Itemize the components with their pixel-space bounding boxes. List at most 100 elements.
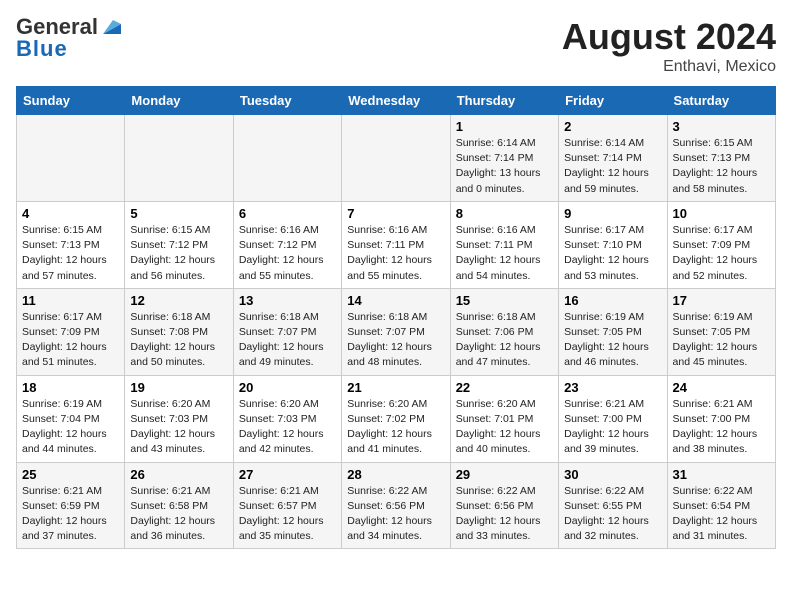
calendar-week-row: 11 Sunrise: 6:17 AMSunset: 7:09 PMDayligh… [17, 288, 776, 375]
day-number: 28 [347, 467, 444, 482]
logo-icon [99, 16, 121, 38]
day-number: 30 [564, 467, 661, 482]
logo-blue: Blue [16, 38, 121, 60]
calendar-cell: 8Sunrise: 6:16 AMSunset: 7:11 PMDaylight… [450, 201, 558, 288]
day-number: 7 [347, 206, 444, 221]
calendar-cell: 12Sunrise: 6:18 AMSunset: 7:08 PMDayligh… [125, 288, 233, 375]
location: Enthavi, Mexico [562, 58, 776, 76]
day-info: Sunrise: 6:20 AMSunset: 7:03 PMDaylight:… [239, 397, 336, 458]
calendar-cell: 1 Sunrise: 6:14 AMSunset: 7:14 PMDaylight… [450, 115, 558, 202]
calendar-cell: 16 Sunrise: 6:19 AMSunset: 7:05 PMDayligh… [559, 288, 667, 375]
title-block: August 2024 Enthavi, Mexico [562, 16, 776, 76]
calendar-cell: 23 Sunrise: 6:21 AMSunset: 7:00 PMDayligh… [559, 375, 667, 462]
day-info: Sunrise: 6:16 AMSunset: 7:11 PMDaylight:… [347, 223, 444, 284]
calendar-week-row: 1 Sunrise: 6:14 AMSunset: 7:14 PMDaylight… [17, 115, 776, 202]
calendar-cell: 6 Sunrise: 6:16 AMSunset: 7:12 PMDaylight… [233, 201, 341, 288]
day-number: 20 [239, 380, 336, 395]
calendar-cell: 19 Sunrise: 6:20 AMSunset: 7:03 PMDayligh… [125, 375, 233, 462]
day-info: Sunrise: 6:20 AMSunset: 7:03 PMDaylight:… [130, 397, 227, 458]
calendar-cell [17, 115, 125, 202]
day-info: Sunrise: 6:21 AMSunset: 6:59 PMDaylight:… [22, 484, 119, 545]
calendar-week-row: 25 Sunrise: 6:21 AMSunset: 6:59 PMDayligh… [17, 462, 776, 549]
calendar-cell: 20 Sunrise: 6:20 AMSunset: 7:03 PMDayligh… [233, 375, 341, 462]
day-info: Sunrise: 6:18 AMSunset: 7:06 PMDaylight:… [456, 310, 553, 371]
calendar-table: SundayMondayTuesdayWednesdayThursdayFrid… [16, 86, 776, 549]
day-number: 25 [22, 467, 119, 482]
day-info: Sunrise: 6:16 AMSunset: 7:11 PMDaylight:… [456, 223, 553, 284]
day-number: 21 [347, 380, 444, 395]
day-number: 6 [239, 206, 336, 221]
day-number: 27 [239, 467, 336, 482]
day-info: Sunrise: 6:16 AMSunset: 7:12 PMDaylight:… [239, 223, 336, 284]
day-number: 15 [456, 293, 553, 308]
calendar-cell: 10Sunrise: 6:17 AMSunset: 7:09 PMDayligh… [667, 201, 775, 288]
logo-general: General [16, 16, 98, 38]
calendar-cell: 13 Sunrise: 6:18 AMSunset: 7:07 PMDayligh… [233, 288, 341, 375]
day-info: Sunrise: 6:22 AMSunset: 6:56 PMDaylight:… [347, 484, 444, 545]
day-number: 16 [564, 293, 661, 308]
weekday-header-monday: Monday [125, 87, 233, 115]
day-info: Sunrise: 6:22 AMSunset: 6:55 PMDaylight:… [564, 484, 661, 545]
calendar-cell [125, 115, 233, 202]
day-info: Sunrise: 6:17 AMSunset: 7:10 PMDaylight:… [564, 223, 661, 284]
calendar-cell: 9 Sunrise: 6:17 AMSunset: 7:10 PMDaylight… [559, 201, 667, 288]
day-info: Sunrise: 6:15 AMSunset: 7:13 PMDaylight:… [22, 223, 119, 284]
day-number: 22 [456, 380, 553, 395]
calendar-cell: 21 Sunrise: 6:20 AMSunset: 7:02 PMDayligh… [342, 375, 450, 462]
day-info: Sunrise: 6:17 AMSunset: 7:09 PMDaylight:… [22, 310, 119, 371]
day-info: Sunrise: 6:21 AMSunset: 7:00 PMDaylight:… [673, 397, 770, 458]
day-number: 17 [673, 293, 770, 308]
day-info: Sunrise: 6:20 AMSunset: 7:02 PMDaylight:… [347, 397, 444, 458]
day-number: 31 [673, 467, 770, 482]
calendar-cell: 2 Sunrise: 6:14 AMSunset: 7:14 PMDaylight… [559, 115, 667, 202]
weekday-header-sunday: Sunday [17, 87, 125, 115]
calendar-cell: 22 Sunrise: 6:20 AMSunset: 7:01 PMDayligh… [450, 375, 558, 462]
day-info: Sunrise: 6:21 AMSunset: 6:57 PMDaylight:… [239, 484, 336, 545]
calendar-cell: 3 Sunrise: 6:15 AMSunset: 7:13 PMDaylight… [667, 115, 775, 202]
calendar-cell: 29Sunrise: 6:22 AMSunset: 6:56 PMDayligh… [450, 462, 558, 549]
day-info: Sunrise: 6:14 AMSunset: 7:14 PMDaylight:… [456, 136, 553, 197]
day-info: Sunrise: 6:14 AMSunset: 7:14 PMDaylight:… [564, 136, 661, 197]
day-info: Sunrise: 6:15 AMSunset: 7:12 PMDaylight:… [130, 223, 227, 284]
day-info: Sunrise: 6:19 AMSunset: 7:04 PMDaylight:… [22, 397, 119, 458]
calendar-cell: 30 Sunrise: 6:22 AMSunset: 6:55 PMDayligh… [559, 462, 667, 549]
day-info: Sunrise: 6:18 AMSunset: 7:07 PMDaylight:… [239, 310, 336, 371]
weekday-header-wednesday: Wednesday [342, 87, 450, 115]
day-info: Sunrise: 6:19 AMSunset: 7:05 PMDaylight:… [564, 310, 661, 371]
day-number: 3 [673, 119, 770, 134]
day-info: Sunrise: 6:17 AMSunset: 7:09 PMDaylight:… [673, 223, 770, 284]
calendar-cell: 25 Sunrise: 6:21 AMSunset: 6:59 PMDayligh… [17, 462, 125, 549]
calendar-cell: 27 Sunrise: 6:21 AMSunset: 6:57 PMDayligh… [233, 462, 341, 549]
weekday-header-tuesday: Tuesday [233, 87, 341, 115]
day-number: 2 [564, 119, 661, 134]
calendar-cell [233, 115, 341, 202]
day-info: Sunrise: 6:21 AMSunset: 7:00 PMDaylight:… [564, 397, 661, 458]
calendar-cell [342, 115, 450, 202]
calendar-cell: 18 Sunrise: 6:19 AMSunset: 7:04 PMDayligh… [17, 375, 125, 462]
day-info: Sunrise: 6:20 AMSunset: 7:01 PMDaylight:… [456, 397, 553, 458]
day-number: 18 [22, 380, 119, 395]
calendar-cell: 31 Sunrise: 6:22 AMSunset: 6:54 PMDayligh… [667, 462, 775, 549]
calendar-cell: 11 Sunrise: 6:17 AMSunset: 7:09 PMDayligh… [17, 288, 125, 375]
day-number: 1 [456, 119, 553, 134]
weekday-header-friday: Friday [559, 87, 667, 115]
day-number: 11 [22, 293, 119, 308]
calendar-cell: 15 Sunrise: 6:18 AMSunset: 7:06 PMDayligh… [450, 288, 558, 375]
day-info: Sunrise: 6:22 AMSunset: 6:54 PMDaylight:… [673, 484, 770, 545]
day-number: 13 [239, 293, 336, 308]
weekday-header-thursday: Thursday [450, 87, 558, 115]
calendar-cell: 26Sunrise: 6:21 AMSunset: 6:58 PMDayligh… [125, 462, 233, 549]
calendar-cell: 17 Sunrise: 6:19 AMSunset: 7:05 PMDayligh… [667, 288, 775, 375]
day-number: 19 [130, 380, 227, 395]
day-number: 23 [564, 380, 661, 395]
calendar-cell: 24Sunrise: 6:21 AMSunset: 7:00 PMDayligh… [667, 375, 775, 462]
day-info: Sunrise: 6:19 AMSunset: 7:05 PMDaylight:… [673, 310, 770, 371]
calendar-cell: 7 Sunrise: 6:16 AMSunset: 7:11 PMDaylight… [342, 201, 450, 288]
calendar-cell: 14Sunrise: 6:18 AMSunset: 7:07 PMDayligh… [342, 288, 450, 375]
calendar-week-row: 18 Sunrise: 6:19 AMSunset: 7:04 PMDayligh… [17, 375, 776, 462]
weekday-header-row: SundayMondayTuesdayWednesdayThursdayFrid… [17, 87, 776, 115]
day-info: Sunrise: 6:18 AMSunset: 7:07 PMDaylight:… [347, 310, 444, 371]
day-info: Sunrise: 6:15 AMSunset: 7:13 PMDaylight:… [673, 136, 770, 197]
day-number: 9 [564, 206, 661, 221]
calendar-week-row: 4Sunrise: 6:15 AMSunset: 7:13 PMDaylight… [17, 201, 776, 288]
